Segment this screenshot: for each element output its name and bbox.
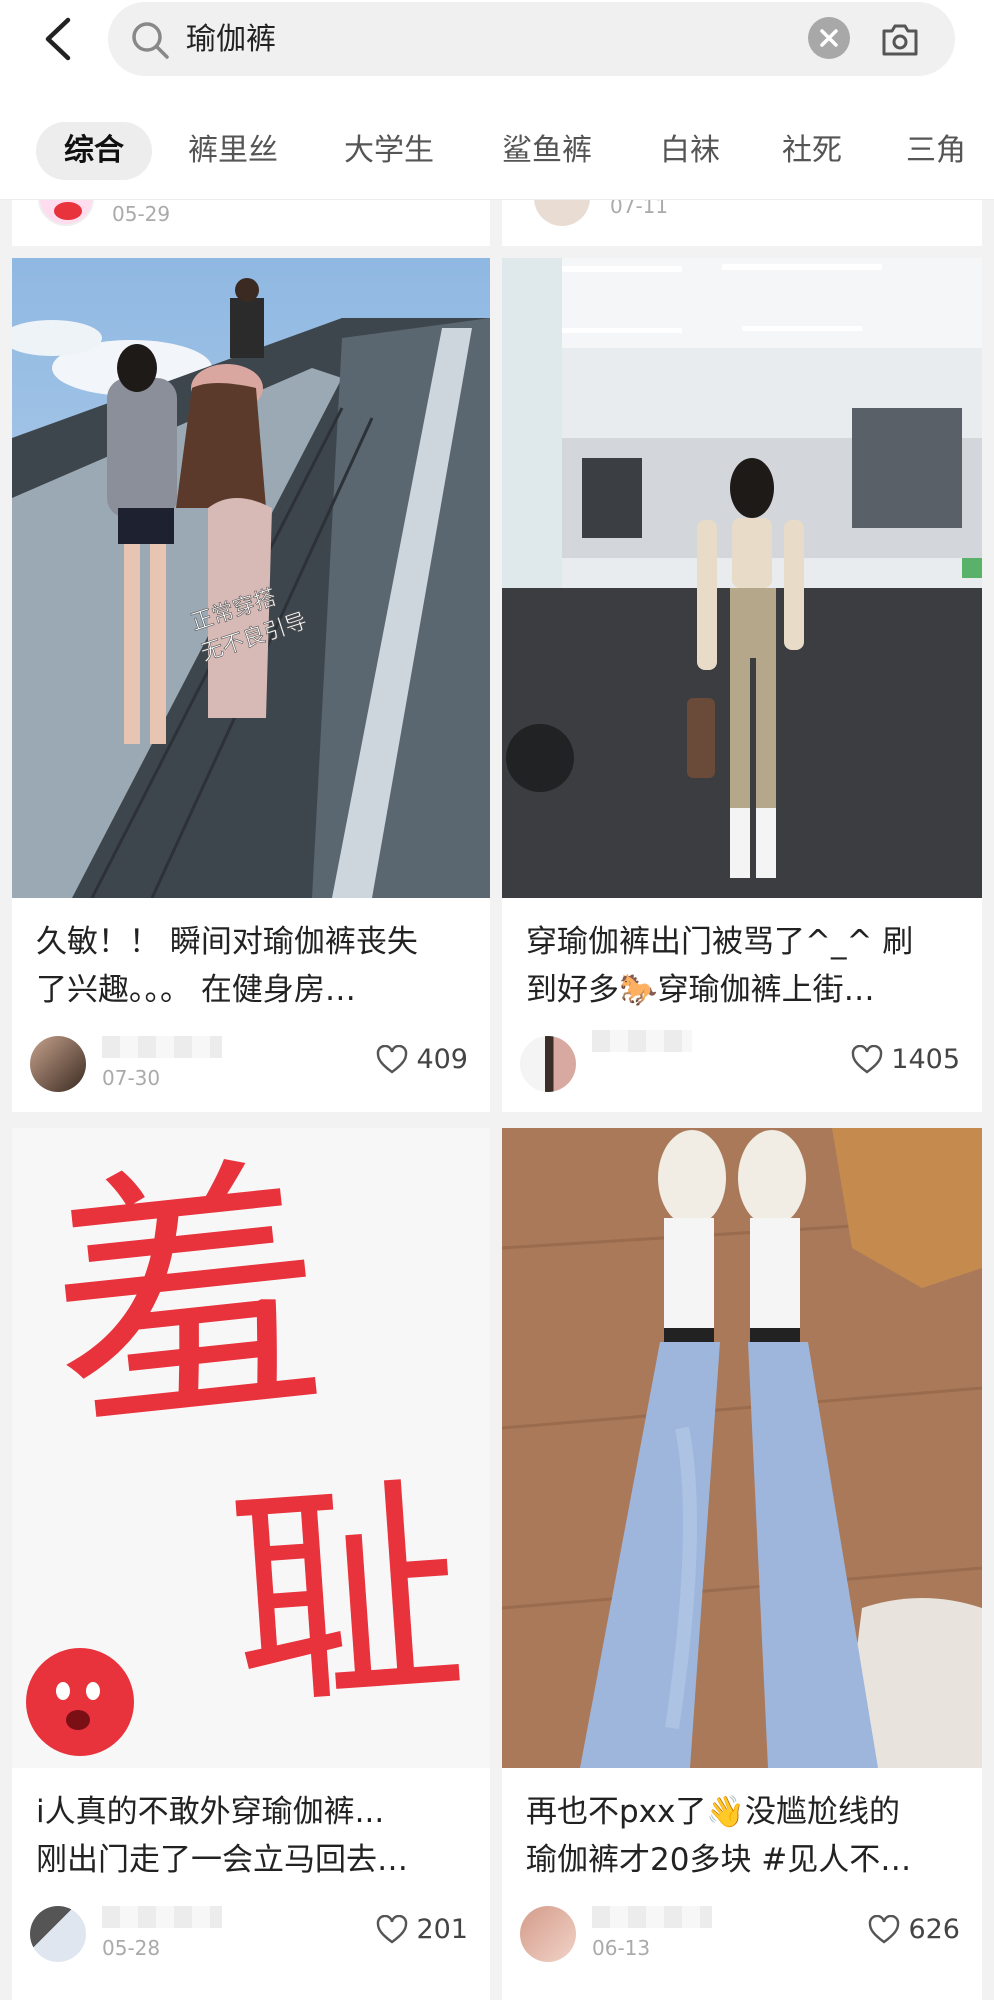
- tab-shark-pants[interactable]: 鲨鱼裤: [502, 122, 592, 180]
- avatar: [38, 200, 94, 226]
- like-button[interactable]: 626: [868, 1910, 960, 1950]
- back-arrow-icon[interactable]: [36, 14, 80, 64]
- tab-white-socks[interactable]: 白袜: [660, 122, 720, 180]
- post-image: [502, 1128, 982, 1768]
- tab-all[interactable]: 综合: [36, 122, 152, 180]
- feed-card[interactable]: 羞 耻 i人真的不敢外穿瑜伽裤... 刚出门走了一会立马回去… 05-28 20…: [12, 1128, 490, 2000]
- avatar[interactable]: [30, 1906, 86, 1962]
- post-date: 05-29: [112, 202, 171, 226]
- image-calligraphy: 耻: [222, 1456, 472, 1739]
- post-title[interactable]: 再也不pxx了👋没尴尬线的 瑜伽裤才20多块 #见人不…: [526, 1788, 962, 1884]
- search-bar[interactable]: 瑜伽裤: [108, 2, 955, 76]
- like-button[interactable]: 1405: [851, 1040, 960, 1080]
- feed-card[interactable]: 再也不pxx了👋没尴尬线的 瑜伽裤才20多块 #见人不… 06-13 626: [502, 1128, 982, 2000]
- heart-icon: [852, 1045, 883, 1074]
- post-title-line: 到好多🐎穿瑜伽裤上街…: [526, 972, 875, 1008]
- like-count: 626: [908, 1914, 960, 1945]
- avatar: [534, 200, 590, 226]
- filter-tabs: 综合 裤里丝 大学生 鲨鱼裤 白袜 社死 三角: [0, 92, 994, 200]
- feed-card-partial[interactable]: 07-11: [502, 200, 982, 246]
- post-title-line: 了兴趣。。。 在健身房…: [36, 972, 356, 1008]
- clear-search-icon[interactable]: [808, 17, 850, 59]
- post-meta: 05-28 201: [30, 1900, 468, 1964]
- heart-icon: [377, 1915, 408, 1944]
- post-title-line: i人真的不敢外穿瑜伽裤...: [36, 1794, 385, 1830]
- post-title[interactable]: 久敏！！ 瞬间对瑜伽裤丧失 了兴趣。。。 在健身房…: [36, 918, 470, 1014]
- tab-college[interactable]: 大学生: [344, 122, 434, 180]
- image-calligraphy: 羞: [36, 1128, 338, 1469]
- tab-embarrassing[interactable]: 社死: [782, 122, 842, 180]
- tab-kulisi[interactable]: 裤里丝: [188, 122, 278, 180]
- like-button[interactable]: 201: [376, 1910, 468, 1950]
- like-count: 409: [416, 1044, 468, 1075]
- heart-icon: [869, 1915, 900, 1944]
- post-title[interactable]: i人真的不敢外穿瑜伽裤... 刚出门走了一会立马回去…: [36, 1788, 470, 1884]
- search-query[interactable]: 瑜伽裤: [186, 20, 276, 60]
- tab-triangle[interactable]: 三角: [906, 122, 966, 180]
- like-button[interactable]: 409: [376, 1040, 468, 1080]
- post-image: [502, 258, 982, 898]
- feed-card-partial[interactable]: 05-29: [12, 200, 490, 246]
- post-date: 05-28: [102, 1936, 161, 1960]
- top-bar: 瑜伽裤: [0, 0, 994, 92]
- post-meta: 07-30 409: [30, 1030, 468, 1094]
- feed-card[interactable]: 穿瑜伽裤出门被骂了^_^ 刷 到好多🐎穿瑜伽裤上街… 1405: [502, 258, 982, 1112]
- post-date: 07-30: [102, 1066, 161, 1090]
- username-redacted[interactable]: [102, 1036, 222, 1058]
- avatar[interactable]: [520, 1906, 576, 1962]
- search-icon: [132, 22, 169, 59]
- post-title-line: 再也不pxx了👋没尴尬线的: [526, 1794, 900, 1830]
- avatar[interactable]: [520, 1036, 576, 1092]
- post-title-line: 久敏！！ 瞬间对瑜伽裤丧失: [36, 924, 418, 960]
- post-date: 07-11: [610, 200, 669, 218]
- heart-icon: [377, 1045, 408, 1074]
- post-title-line: 刚出门走了一会立马回去…: [36, 1842, 408, 1878]
- post-meta: 06-13 626: [520, 1900, 960, 1964]
- post-meta: 1405: [520, 1030, 960, 1094]
- post-image: 羞 耻: [12, 1128, 490, 1768]
- like-count: 201: [416, 1914, 468, 1945]
- camera-search-icon[interactable]: [878, 18, 922, 62]
- post-title-line: 穿瑜伽裤出门被骂了^_^ 刷: [526, 924, 914, 960]
- post-date: 06-13: [592, 1936, 651, 1960]
- post-image: 正常穿搭 无不良引导: [12, 258, 490, 898]
- emoji-face-icon: [26, 1648, 134, 1756]
- avatar[interactable]: [30, 1036, 86, 1092]
- username-redacted[interactable]: [592, 1030, 692, 1052]
- post-title-line: 瑜伽裤才20多块 #见人不…: [526, 1842, 912, 1878]
- like-count: 1405: [891, 1044, 960, 1075]
- username-redacted[interactable]: [592, 1906, 712, 1928]
- post-title[interactable]: 穿瑜伽裤出门被骂了^_^ 刷 到好多🐎穿瑜伽裤上街…: [526, 918, 962, 1014]
- username-redacted[interactable]: [102, 1906, 222, 1928]
- feed-card[interactable]: 正常穿搭 无不良引导 久敏！！ 瞬间对瑜伽裤丧失 了兴趣。。。 在健身房… 07…: [12, 258, 490, 1112]
